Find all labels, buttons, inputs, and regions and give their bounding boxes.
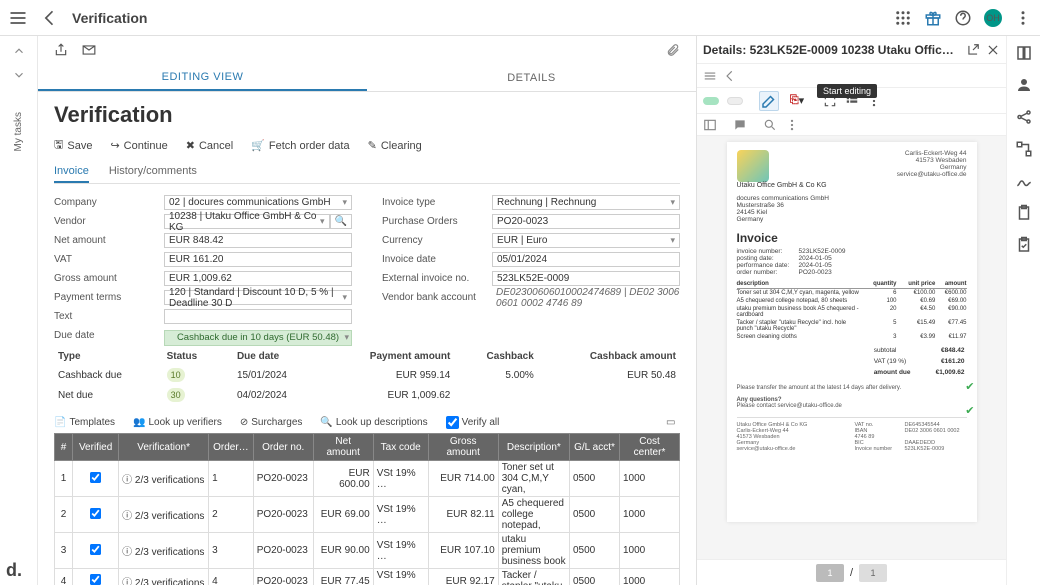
share-icon[interactable] <box>54 43 68 57</box>
pager-total: 1 <box>859 564 887 582</box>
clipboard-check-icon[interactable] <box>1015 236 1033 254</box>
pager-current[interactable]: 1 <box>816 564 844 582</box>
tab-editing-view[interactable]: EDITING VIEW <box>38 64 367 91</box>
tab-details[interactable]: DETAILS <box>367 64 696 91</box>
verify-all-checkbox[interactable]: Verify all <box>446 416 500 429</box>
sidebar-toggle-icon[interactable] <box>703 118 717 132</box>
comment-icon[interactable] <box>733 118 747 132</box>
table-row: 4ⓘ 2/3 verifications4PO20-0023EUR 77.45V… <box>55 569 680 585</box>
details-title: Details: 523LK52E-0009 10238 Utaku Offic… <box>703 43 960 57</box>
invoice-date-input[interactable]: 05/01/2024 <box>492 252 680 267</box>
text-input[interactable] <box>164 309 352 324</box>
pdf-icon[interactable]: ⎘▾ <box>787 91 807 111</box>
status-pill-green <box>703 97 719 105</box>
back-icon[interactable] <box>40 8 60 28</box>
external-invoice-input[interactable]: 523LK52E-0009 <box>492 271 680 286</box>
terms-select[interactable]: 120 | Standard | Discount 10 D, 5 % | De… <box>164 290 352 305</box>
attachment-icon[interactable] <box>666 43 680 57</box>
person-icon[interactable] <box>1015 76 1033 94</box>
clipboard-icon[interactable] <box>1015 204 1033 222</box>
close-details-icon[interactable] <box>986 43 1000 57</box>
po-input[interactable]: PO20-0023 <box>492 214 680 229</box>
save-button[interactable]: 🖫 Save <box>54 136 92 155</box>
table-row: 3ⓘ 2/3 verifications3PO20-0023EUR 90.00V… <box>55 533 680 569</box>
net-amount-input[interactable]: EUR 848.42 <box>164 233 352 248</box>
subtab-history[interactable]: History/comments <box>109 161 197 183</box>
invoice-type-select[interactable]: Rechnung | Rechnung <box>492 195 680 210</box>
apps-icon[interactable] <box>894 9 912 27</box>
table-row: 1ⓘ 2/3 verifications1PO20-0023EUR 600.00… <box>55 461 680 497</box>
cancel-button[interactable]: ✖ Cancel <box>186 136 233 155</box>
bank-account-value: DE02300606010002474689 | DE02 3006 0601 … <box>492 287 680 309</box>
gross-input[interactable]: EUR 1,009.62 <box>164 271 352 286</box>
check-icon: ✔ <box>965 380 974 393</box>
fetch-order-button[interactable]: 🛒 Fetch order data <box>251 136 349 155</box>
signature-icon[interactable] <box>1015 172 1033 190</box>
subtab-invoice[interactable]: Invoice <box>54 161 89 183</box>
share-alt-icon[interactable] <box>1015 108 1033 126</box>
back-detail-icon[interactable] <box>723 69 737 83</box>
templates-button[interactable]: 📄 Templates <box>54 417 115 428</box>
collapse-up-icon[interactable] <box>12 44 26 58</box>
vendor-select[interactable]: 10238 | Utaku Office GmbH & Co KG <box>164 214 330 229</box>
invoice-document: Carlis-Eckert-Weg 44 41573 Wesbaden Germ… <box>727 142 977 522</box>
check-icon: ✔ <box>965 404 974 417</box>
table-row: 2ⓘ 2/3 verifications2PO20-0023EUR 69.00V… <box>55 497 680 533</box>
grid-settings-icon[interactable]: ▭ <box>666 415 680 429</box>
page-title: Verification <box>72 10 147 26</box>
my-tasks-label[interactable]: My tasks <box>13 112 24 151</box>
company-select[interactable]: 02 | docures communications GmbH <box>164 195 352 210</box>
hamburger-icon[interactable] <box>8 8 28 28</box>
mail-icon[interactable] <box>82 43 96 57</box>
brand-logo: d. <box>6 560 22 581</box>
start-editing-tooltip: Start editing <box>817 84 877 98</box>
vat-input[interactable]: EUR 161.20 <box>164 252 352 267</box>
cashback-banner: Cashback due in 10 days (EUR 50.48)▾ <box>164 330 352 346</box>
surcharges-button[interactable]: ⊘ Surcharges <box>240 417 303 428</box>
gift-icon[interactable] <box>924 9 942 27</box>
status-pill-empty <box>727 97 743 105</box>
lookup-descriptions-button[interactable]: 🔍 Look up descriptions <box>320 417 427 428</box>
clearing-button[interactable]: ✎ Clearing <box>368 136 422 155</box>
more-icon[interactable] <box>1014 9 1032 27</box>
help-icon[interactable] <box>954 9 972 27</box>
workflow-icon[interactable] <box>1015 140 1033 158</box>
popout-icon[interactable] <box>966 43 980 57</box>
avatar[interactable]: OH <box>984 9 1002 27</box>
expand-down-icon[interactable] <box>12 68 26 82</box>
currency-select[interactable]: EUR | Euro <box>492 233 680 248</box>
vendor-search-icon[interactable]: 🔍 <box>330 214 352 229</box>
continue-button[interactable]: ↪ Continue <box>110 136 167 155</box>
form-heading: Verification <box>54 102 680 128</box>
lookup-verifiers-button[interactable]: 👥 Look up verifiers <box>133 417 222 428</box>
utaku-logo <box>737 150 769 182</box>
cashback-dropdown-icon[interactable]: ▾ <box>344 332 349 343</box>
search-doc-icon[interactable] <box>763 118 777 132</box>
menu-icon[interactable] <box>703 69 717 83</box>
more-doc-icon[interactable] <box>785 118 799 132</box>
book-icon[interactable] <box>1015 44 1033 62</box>
edit-icon[interactable] <box>759 91 779 111</box>
